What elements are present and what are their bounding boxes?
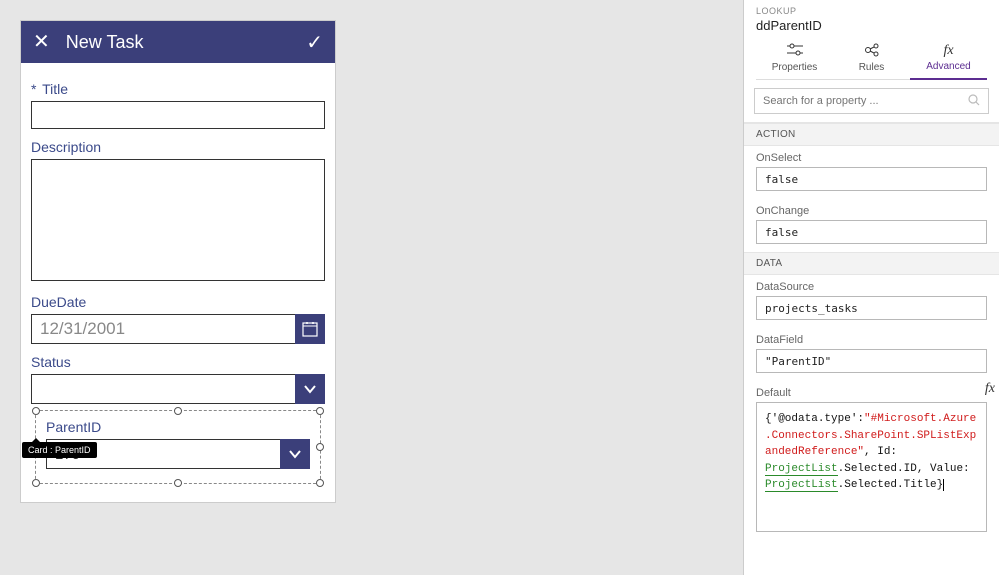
onchange-input[interactable] xyxy=(756,220,987,244)
search-icon xyxy=(968,94,980,109)
prop-default: Default fx {'@odata.type':"#Microsoft.Az… xyxy=(744,381,999,540)
duedate-label: DueDate xyxy=(31,294,325,310)
canvas-area: ✕ New Task ✓ * Title Description DueDate xyxy=(0,0,743,575)
description-input[interactable] xyxy=(31,159,325,281)
resize-handle[interactable] xyxy=(174,407,182,415)
resize-handle[interactable] xyxy=(32,479,40,487)
default-label: Default xyxy=(756,387,987,399)
card-tooltip: Card : ParentID xyxy=(22,442,97,458)
title-label: * Title xyxy=(31,81,325,97)
prop-onselect: OnSelect xyxy=(744,146,999,199)
resize-handle[interactable] xyxy=(316,479,324,487)
status-dropdown[interactable] xyxy=(31,374,295,404)
field-duedate: DueDate xyxy=(31,294,325,344)
datafield-input[interactable] xyxy=(756,349,987,373)
panel-tabs: Properties Rules fx Advanced xyxy=(756,39,987,80)
fx-badge-icon[interactable]: fx xyxy=(981,381,999,397)
chevron-down-icon[interactable] xyxy=(280,439,310,469)
onchange-label: OnChange xyxy=(756,205,987,217)
prop-datasource: DataSource xyxy=(744,275,999,328)
parentid-label: ParentID xyxy=(46,419,310,435)
section-action: ACTION xyxy=(744,123,999,146)
status-label: Status xyxy=(31,354,325,370)
form-body: * Title Description DueDate Status xyxy=(21,63,335,502)
sliders-icon xyxy=(756,43,833,60)
control-kind-label: LOOKUP xyxy=(756,6,987,16)
required-star: * xyxy=(31,81,36,97)
form-title: New Task xyxy=(66,32,306,53)
prop-datafield: DataField xyxy=(744,328,999,381)
tab-properties[interactable]: Properties xyxy=(756,39,833,79)
prop-onchange: OnChange xyxy=(744,199,999,252)
onselect-input[interactable] xyxy=(756,167,987,191)
resize-handle[interactable] xyxy=(316,443,324,451)
control-name: ddParentID xyxy=(756,18,987,33)
datasource-input[interactable] xyxy=(756,296,987,320)
tab-rules[interactable]: Rules xyxy=(833,39,910,79)
form-header: ✕ New Task ✓ xyxy=(21,21,335,63)
field-title: * Title xyxy=(31,81,325,129)
field-description: Description xyxy=(31,139,325,284)
datafield-label: DataField xyxy=(756,334,987,346)
tab-advanced[interactable]: fx Advanced xyxy=(910,39,987,79)
resize-handle[interactable] xyxy=(174,479,182,487)
duedate-input[interactable] xyxy=(31,314,295,344)
description-label: Description xyxy=(31,139,325,155)
title-input[interactable] xyxy=(31,101,325,129)
datasource-label: DataSource xyxy=(756,281,987,293)
default-formula-editor[interactable]: {'@odata.type':"#Microsoft.Azure.Connect… xyxy=(756,402,987,532)
rules-icon xyxy=(833,43,910,60)
properties-panel: LOOKUP ddParentID Properties Rules fx Ad… xyxy=(743,0,999,575)
resize-handle[interactable] xyxy=(32,407,40,415)
panel-header: LOOKUP ddParentID Properties Rules fx Ad… xyxy=(744,0,999,80)
fx-icon: fx xyxy=(910,43,987,59)
search-row xyxy=(744,80,999,123)
form-preview: ✕ New Task ✓ * Title Description DueDate xyxy=(20,20,336,503)
calendar-icon[interactable] xyxy=(295,314,325,344)
section-data: DATA xyxy=(744,252,999,275)
submit-check-icon[interactable]: ✓ xyxy=(306,30,323,55)
resize-handle[interactable] xyxy=(316,407,324,415)
search-input[interactable] xyxy=(763,95,968,107)
close-icon[interactable]: ✕ xyxy=(33,32,50,52)
chevron-down-icon[interactable] xyxy=(295,374,325,404)
field-status: Status xyxy=(31,354,325,404)
search-box[interactable] xyxy=(754,88,989,114)
onselect-label: OnSelect xyxy=(756,152,987,164)
